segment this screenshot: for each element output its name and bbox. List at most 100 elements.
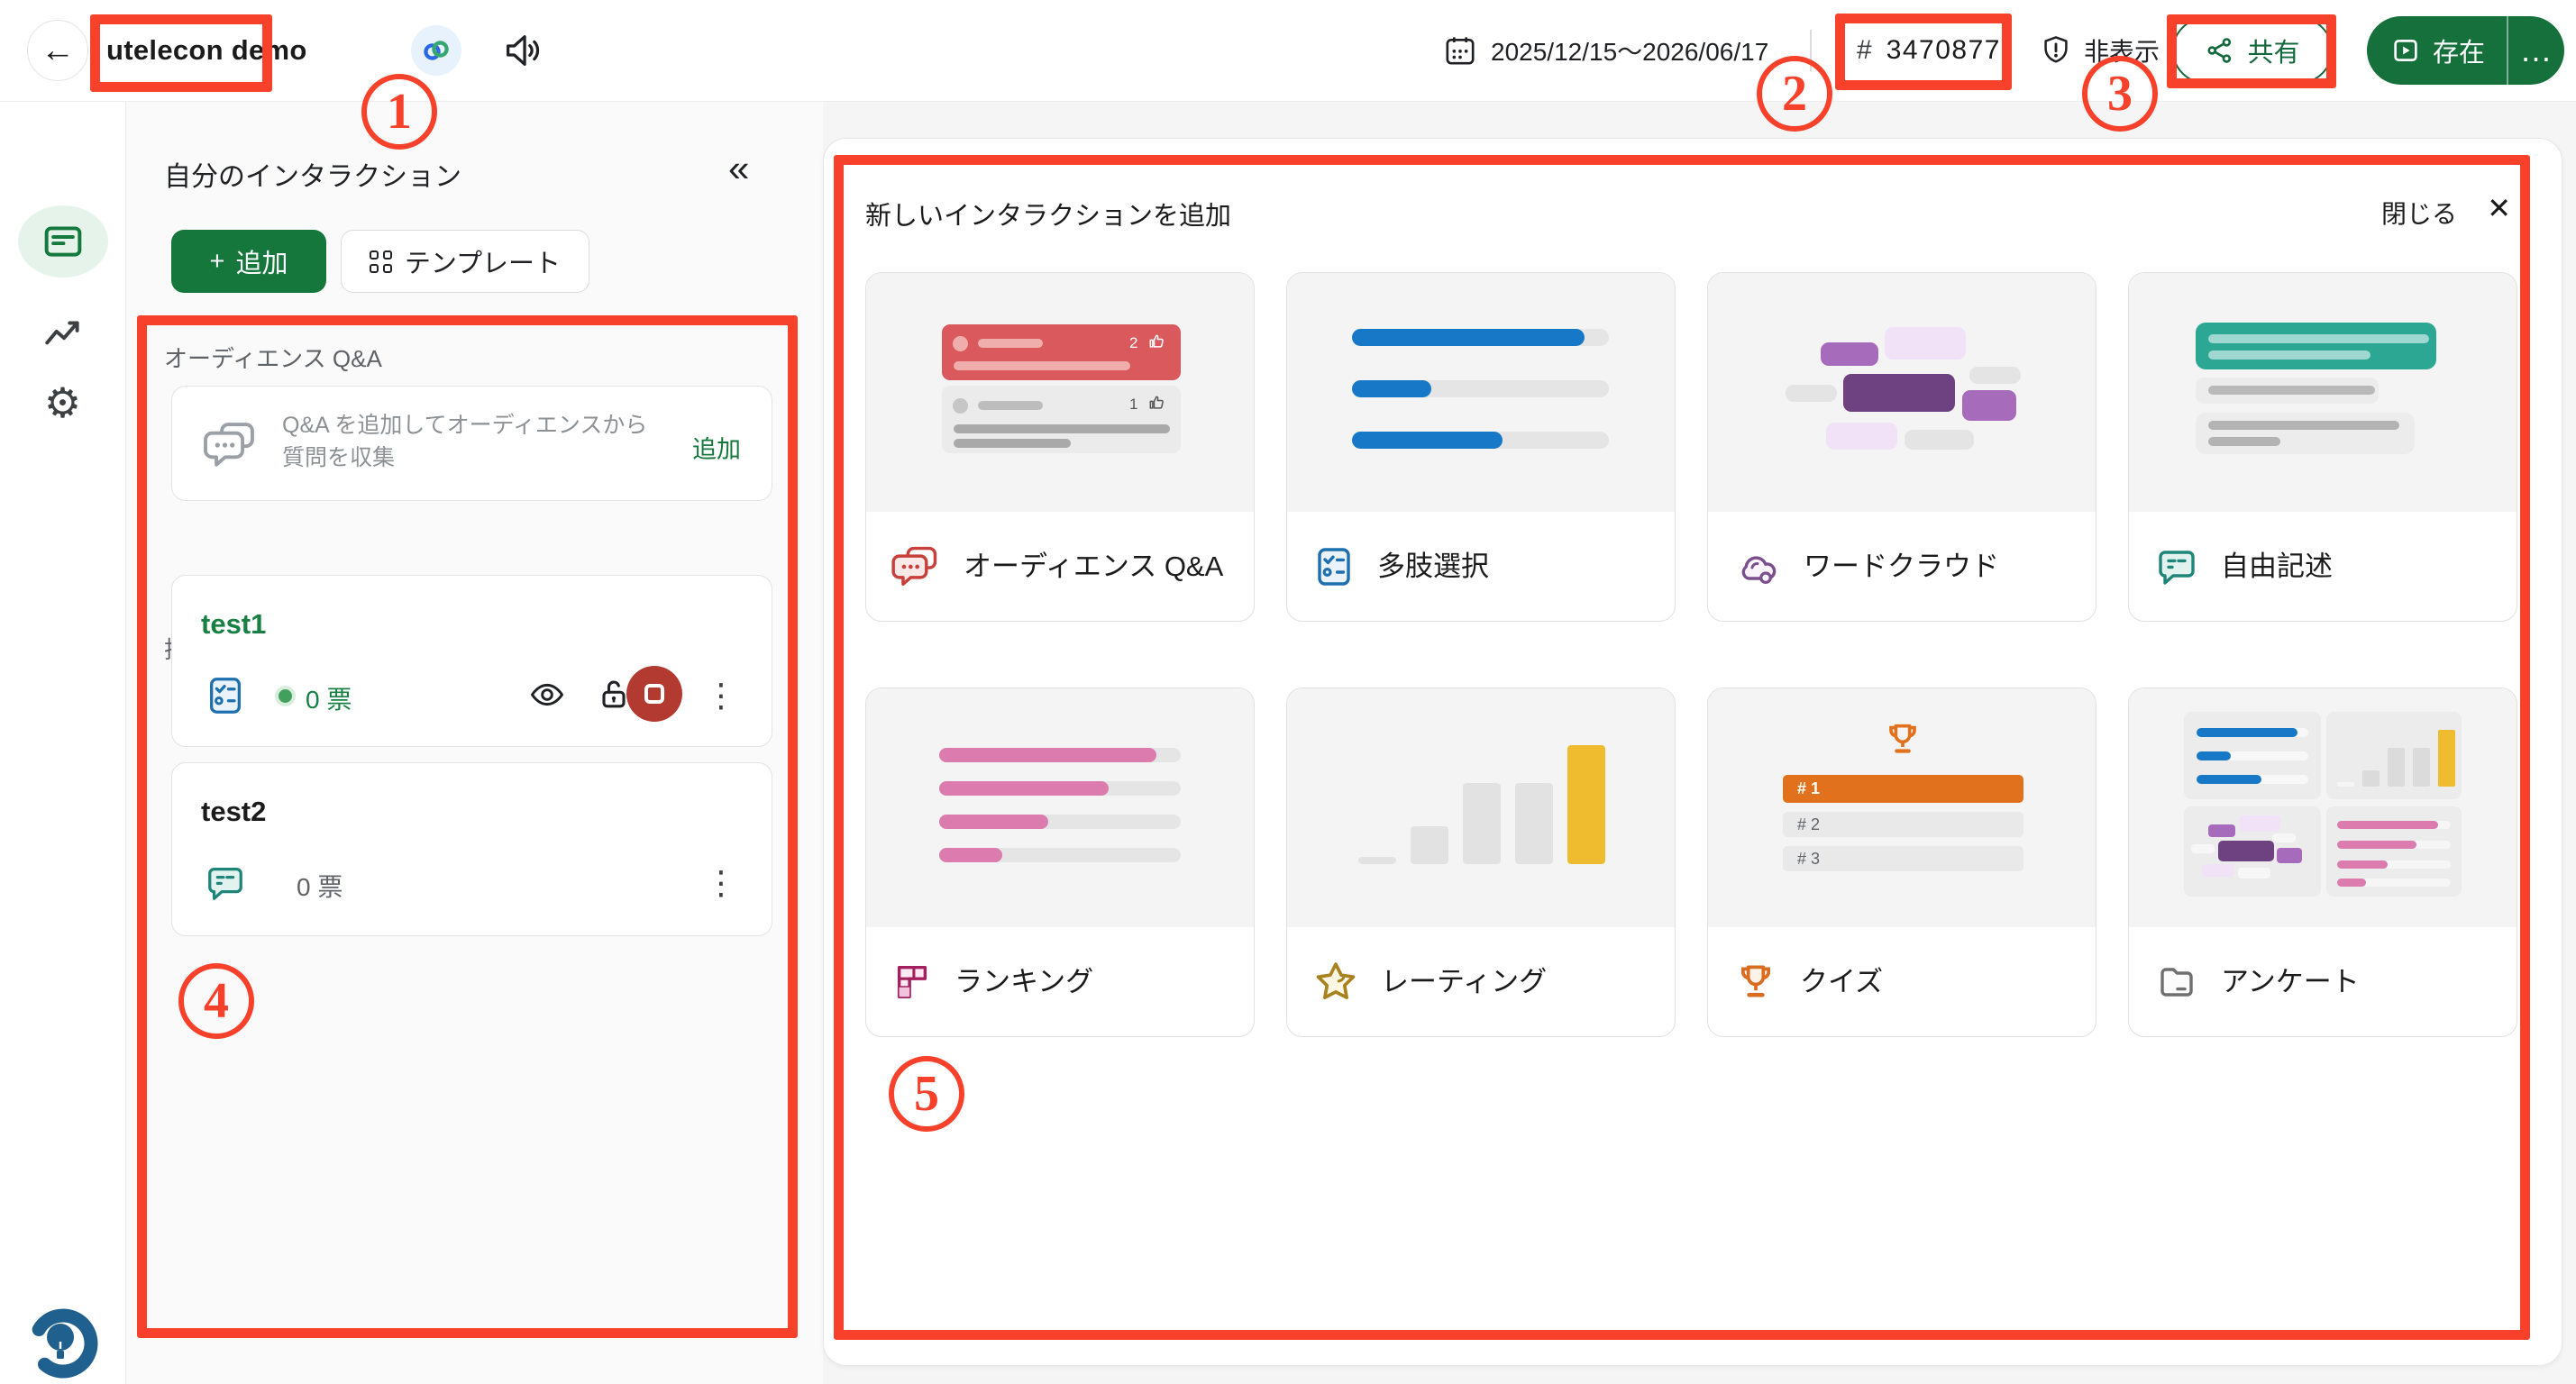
bar-track [939, 748, 1181, 762]
star-icon [1312, 959, 1359, 1006]
interaction-card-test2[interactable]: test2 0 票 ⋮ [171, 762, 772, 936]
utelecon-logo [20, 1300, 106, 1384]
webex-badge[interactable] [411, 25, 461, 76]
date-range[interactable]: 2025/12/15〜2026/06/17 [1442, 32, 1768, 68]
audience-qa-icon [891, 543, 942, 590]
webex-icon [421, 35, 452, 66]
rating-thumbnail [1287, 688, 1675, 927]
interaction-name: test2 [201, 796, 266, 828]
open-ended-thumbnail [2129, 273, 2517, 512]
text-line [2208, 421, 2399, 430]
tile-label: 自由記述 [2221, 549, 2333, 585]
share-icon [2205, 35, 2235, 66]
qa-section-label: オーディエンス Q&A [164, 341, 382, 374]
back-button[interactable]: ← [27, 20, 88, 81]
chart-bar [2388, 748, 2405, 787]
collapse-panel-button[interactable]: « [728, 147, 749, 190]
tile-quiz[interactable]: # 1 # 2 # 3 クイズ [1707, 687, 2096, 1037]
session-code-value: 3470877 [1886, 35, 2001, 66]
close-label[interactable]: 閉じる [2381, 195, 2457, 231]
multiple-choice-icon [205, 673, 246, 718]
tile-rating[interactable]: レーティング [1286, 687, 1676, 1037]
survey-thumbnail [2129, 688, 2517, 927]
word-block [2240, 815, 2280, 832]
tile-label: アンケート [2221, 964, 2360, 1000]
rail-slides-button[interactable] [18, 205, 108, 278]
bar-fill [1352, 329, 1585, 346]
vote-count: 0 票 [306, 680, 352, 716]
tile-label: レーティング [1381, 964, 1547, 1000]
word-block [1826, 423, 1897, 450]
tile-multiple-choice[interactable]: 多肢選択 [1286, 272, 1676, 622]
word-block [2277, 848, 2302, 863]
tile-label: 多肢選択 [1377, 549, 1489, 585]
bar-fill [2337, 821, 2438, 829]
visibility-status[interactable]: 非表示 [2039, 32, 2160, 68]
eye-icon[interactable] [527, 675, 567, 715]
date-range-text: 2025/12/15〜2026/06/17 [1491, 32, 1768, 68]
tile-audience-qa[interactable]: 2 1 オーディエンス Q&A [865, 272, 1255, 622]
mini-rating [2326, 712, 2462, 799]
rank-label: # 2 [1797, 815, 1820, 834]
choice-thumbnail [1287, 273, 1675, 512]
ranking-icon [891, 960, 933, 1005]
mini-ranking [2326, 806, 2462, 897]
bar-track [939, 848, 1181, 862]
chart-bar [1463, 783, 1501, 864]
word-block [1885, 327, 1966, 360]
share-button[interactable]: 共有 [2172, 17, 2333, 84]
kebab-menu[interactable]: ⋮ [705, 864, 737, 902]
text-line [978, 339, 1043, 348]
bar-fill [939, 748, 1156, 762]
text-line [954, 439, 1071, 448]
upvote-count: 1 [1129, 396, 1137, 414]
word-block [2238, 868, 2270, 879]
session-code[interactable]: # 3470877 [1857, 35, 2001, 66]
rank-label: # 1 [1797, 779, 1820, 798]
add-interaction-button[interactable]: + 追加 [171, 230, 326, 293]
ranking-thumbnail [866, 688, 1254, 927]
presentation-title[interactable]: utelecon demo [106, 34, 307, 67]
chart-bar [1411, 826, 1448, 864]
tile-label: ワードクラウド [1804, 549, 1999, 585]
tile-label: オーディエンス Q&A [964, 549, 1223, 585]
mini-choice [2184, 712, 2321, 799]
plus-icon: + [210, 247, 225, 277]
announce-button[interactable] [501, 30, 543, 71]
present-button[interactable]: 存在 [2367, 16, 2507, 85]
open-ended-icon [2154, 545, 2199, 588]
close-icon[interactable]: ✕ [2487, 191, 2511, 225]
more-options-button[interactable]: … [2508, 16, 2564, 85]
hash-icon: # [1857, 35, 1872, 66]
thumbs-up-icon [1147, 394, 1165, 412]
bar-track [939, 781, 1181, 796]
bar-fill [1352, 380, 1431, 397]
qa-add-link[interactable]: 追加 [692, 430, 741, 465]
bar-fill [1352, 432, 1503, 449]
word-block [1821, 342, 1878, 366]
interaction-name: test1 [201, 608, 266, 641]
tile-ranking[interactable]: ランキング [865, 687, 1255, 1037]
text-line [978, 401, 1043, 410]
template-button[interactable]: テンプレート [341, 230, 589, 293]
bar-fill [2197, 775, 2261, 784]
bar-track [1352, 432, 1609, 449]
interaction-card-test1[interactable]: test1 0 票 ⋮ [171, 575, 772, 747]
qa-suggestion-card[interactable]: Q&A を追加してオーディエンスから質問を収集 追加 [171, 386, 772, 501]
kebab-menu[interactable]: ⋮ [705, 677, 737, 715]
tile-word-cloud[interactable]: ワードクラウド [1707, 272, 2096, 622]
add-label: 追加 [235, 242, 288, 280]
chart-bar [2413, 748, 2430, 787]
stop-button[interactable] [626, 666, 682, 722]
tile-open-ended[interactable]: 自由記述 [2128, 272, 2517, 622]
rail-settings-button[interactable]: ⚙ [38, 379, 88, 426]
tile-survey[interactable]: アンケート [2128, 687, 2517, 1037]
text-line [954, 424, 1170, 433]
bar-fill [939, 815, 1048, 829]
active-dot [279, 689, 292, 703]
template-grid-icon [370, 250, 392, 273]
rail-results-button[interactable] [38, 311, 88, 358]
bar-fill [2337, 879, 2366, 887]
wordcloud-thumbnail [1708, 273, 2096, 512]
word-block [2218, 841, 2274, 861]
